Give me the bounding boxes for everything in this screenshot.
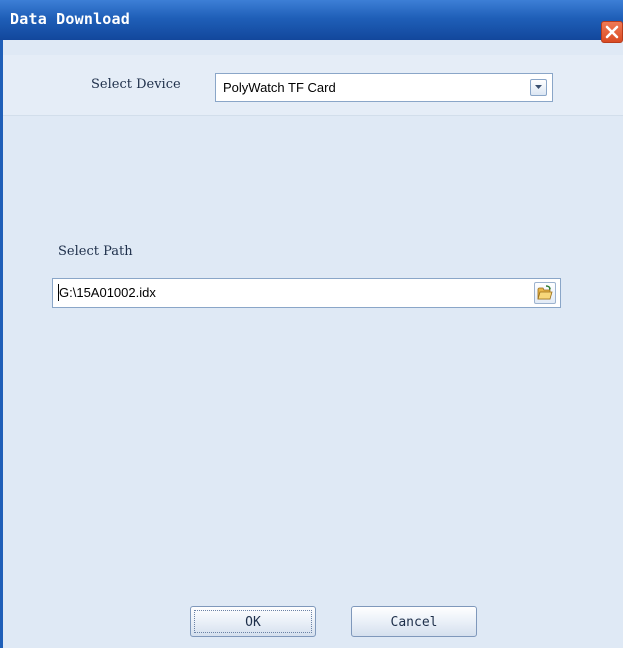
title-bar[interactable]: Data Download — [0, 0, 623, 43]
window-border — [0, 40, 3, 648]
device-dropdown-button[interactable] — [530, 79, 547, 96]
window-title: Data Download — [10, 10, 130, 28]
select-path-label: Select Path — [58, 244, 133, 259]
cancel-button-label: Cancel — [390, 615, 438, 630]
browse-button[interactable] — [534, 282, 556, 304]
path-input[interactable]: G:\15A01002.idx — [52, 278, 561, 308]
ok-button[interactable]: OK — [190, 606, 316, 637]
select-device-label: Select Device — [91, 77, 181, 92]
device-select[interactable]: PolyWatch TF Card — [215, 73, 553, 102]
device-select-value: PolyWatch TF Card — [223, 80, 336, 95]
ok-button-label: OK — [245, 615, 261, 630]
cancel-button[interactable]: Cancel — [351, 606, 477, 637]
path-input-value: G:\15A01002.idx — [59, 285, 156, 300]
close-button[interactable] — [601, 21, 623, 43]
data-download-dialog: Data Download Select Device PolyWatch TF… — [0, 0, 623, 648]
